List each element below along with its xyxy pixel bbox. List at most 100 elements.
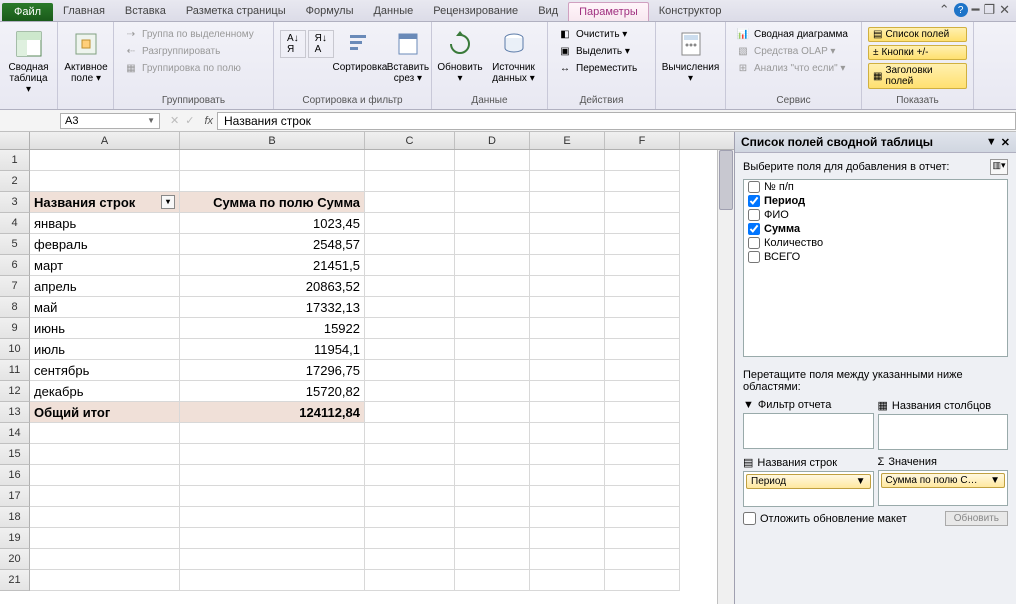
field-item[interactable]: № п/п bbox=[744, 180, 1007, 194]
cell[interactable] bbox=[180, 486, 365, 507]
field-checkbox[interactable] bbox=[748, 251, 760, 263]
defer-update-checkbox[interactable]: Отложить обновление макет bbox=[743, 512, 907, 525]
cell[interactable] bbox=[365, 423, 455, 444]
olap-button[interactable]: ▧Средства OLAP ▾ bbox=[732, 43, 852, 59]
cell[interactable] bbox=[455, 486, 530, 507]
cell[interactable] bbox=[455, 276, 530, 297]
cell[interactable] bbox=[455, 402, 530, 423]
cell[interactable] bbox=[30, 570, 180, 591]
cell[interactable] bbox=[605, 171, 680, 192]
tab-6[interactable]: Вид bbox=[528, 2, 568, 21]
cell[interactable] bbox=[530, 507, 605, 528]
cell[interactable] bbox=[605, 381, 680, 402]
cell[interactable] bbox=[180, 570, 365, 591]
sort-desc-button[interactable]: Я↓А bbox=[308, 30, 334, 58]
field-checkbox[interactable] bbox=[748, 195, 760, 207]
cell[interactable] bbox=[605, 297, 680, 318]
cell[interactable] bbox=[605, 213, 680, 234]
cell[interactable] bbox=[365, 465, 455, 486]
cell[interactable]: Названия строк▾ bbox=[30, 192, 180, 213]
pivot-table-button[interactable]: Сводная таблица ▾ bbox=[6, 26, 51, 97]
row-header[interactable]: 7 bbox=[0, 276, 30, 297]
data-source-button[interactable]: Источник данных ▾ bbox=[486, 26, 541, 86]
cell[interactable] bbox=[530, 297, 605, 318]
field-headers-button[interactable]: ▦Заголовки полей bbox=[868, 63, 967, 89]
cell[interactable] bbox=[605, 234, 680, 255]
cell[interactable] bbox=[605, 402, 680, 423]
cell[interactable] bbox=[455, 339, 530, 360]
name-box[interactable]: A3▼ bbox=[60, 113, 160, 129]
cell[interactable] bbox=[605, 276, 680, 297]
row-header[interactable]: 18 bbox=[0, 507, 30, 528]
cell[interactable]: 21451,5 bbox=[180, 255, 365, 276]
cell[interactable]: февраль bbox=[30, 234, 180, 255]
cell[interactable] bbox=[530, 255, 605, 276]
cell[interactable] bbox=[455, 255, 530, 276]
cell[interactable]: апрель bbox=[30, 276, 180, 297]
chevron-down-icon[interactable]: ▼ bbox=[986, 136, 997, 149]
cell[interactable] bbox=[530, 360, 605, 381]
cell[interactable] bbox=[365, 171, 455, 192]
row-header[interactable]: 14 bbox=[0, 423, 30, 444]
cell[interactable] bbox=[455, 381, 530, 402]
field-item[interactable]: ФИО bbox=[744, 208, 1007, 222]
cell[interactable]: 17296,75 bbox=[180, 360, 365, 381]
row-header[interactable]: 15 bbox=[0, 444, 30, 465]
row-header[interactable]: 16 bbox=[0, 465, 30, 486]
cell[interactable] bbox=[365, 150, 455, 171]
cell[interactable] bbox=[365, 381, 455, 402]
help-icon[interactable]: ? bbox=[954, 3, 968, 17]
restore-icon[interactable]: ❐ bbox=[983, 2, 995, 18]
cell[interactable] bbox=[605, 570, 680, 591]
cell[interactable] bbox=[605, 192, 680, 213]
column-header-D[interactable]: D bbox=[455, 132, 530, 149]
cell[interactable] bbox=[30, 528, 180, 549]
column-header-C[interactable]: C bbox=[365, 132, 455, 149]
filter-dropdown-button[interactable]: ▾ bbox=[161, 195, 175, 209]
formula-input[interactable]: Названия строк bbox=[217, 112, 1016, 130]
cell[interactable]: 15922 bbox=[180, 318, 365, 339]
cell[interactable] bbox=[605, 528, 680, 549]
cell[interactable] bbox=[530, 444, 605, 465]
cell[interactable] bbox=[30, 171, 180, 192]
cell[interactable]: Общий итог bbox=[30, 402, 180, 423]
group-field-button[interactable]: ▦Группировка по полю bbox=[120, 60, 258, 76]
cell[interactable] bbox=[605, 486, 680, 507]
cell[interactable] bbox=[365, 192, 455, 213]
sort-button[interactable]: Сортировка bbox=[338, 26, 382, 75]
cell[interactable] bbox=[530, 171, 605, 192]
cell[interactable] bbox=[530, 318, 605, 339]
cell[interactable] bbox=[365, 276, 455, 297]
cell[interactable] bbox=[30, 549, 180, 570]
cell[interactable] bbox=[455, 444, 530, 465]
buttons-toggle[interactable]: ±Кнопки +/- bbox=[868, 45, 967, 60]
confirm-icon[interactable]: ✓ bbox=[185, 114, 194, 127]
file-tab[interactable]: Файл bbox=[2, 3, 53, 21]
cell[interactable] bbox=[365, 234, 455, 255]
cell[interactable] bbox=[365, 507, 455, 528]
cell[interactable] bbox=[30, 507, 180, 528]
row-header[interactable]: 17 bbox=[0, 486, 30, 507]
cell[interactable] bbox=[455, 213, 530, 234]
cell[interactable] bbox=[530, 192, 605, 213]
tab-3[interactable]: Формулы bbox=[296, 2, 364, 21]
cell[interactable] bbox=[455, 150, 530, 171]
column-labels-area[interactable] bbox=[878, 414, 1009, 450]
whatif-button[interactable]: ⊞Анализ "что если" ▾ bbox=[732, 60, 852, 76]
row-header[interactable]: 2 bbox=[0, 171, 30, 192]
tab-4[interactable]: Данные bbox=[363, 2, 423, 21]
vertical-scrollbar[interactable] bbox=[717, 150, 734, 604]
row-header[interactable]: 11 bbox=[0, 360, 30, 381]
field-item[interactable]: ВСЕГО bbox=[744, 250, 1007, 264]
cell[interactable] bbox=[455, 318, 530, 339]
cell[interactable] bbox=[180, 444, 365, 465]
cell[interactable]: 11954,1 bbox=[180, 339, 365, 360]
tab-7[interactable]: Параметры bbox=[568, 2, 649, 21]
row-header[interactable]: 5 bbox=[0, 234, 30, 255]
cell[interactable] bbox=[455, 192, 530, 213]
cell[interactable] bbox=[605, 150, 680, 171]
cell[interactable] bbox=[530, 528, 605, 549]
cell[interactable] bbox=[30, 150, 180, 171]
cell[interactable] bbox=[530, 423, 605, 444]
cell[interactable] bbox=[605, 423, 680, 444]
